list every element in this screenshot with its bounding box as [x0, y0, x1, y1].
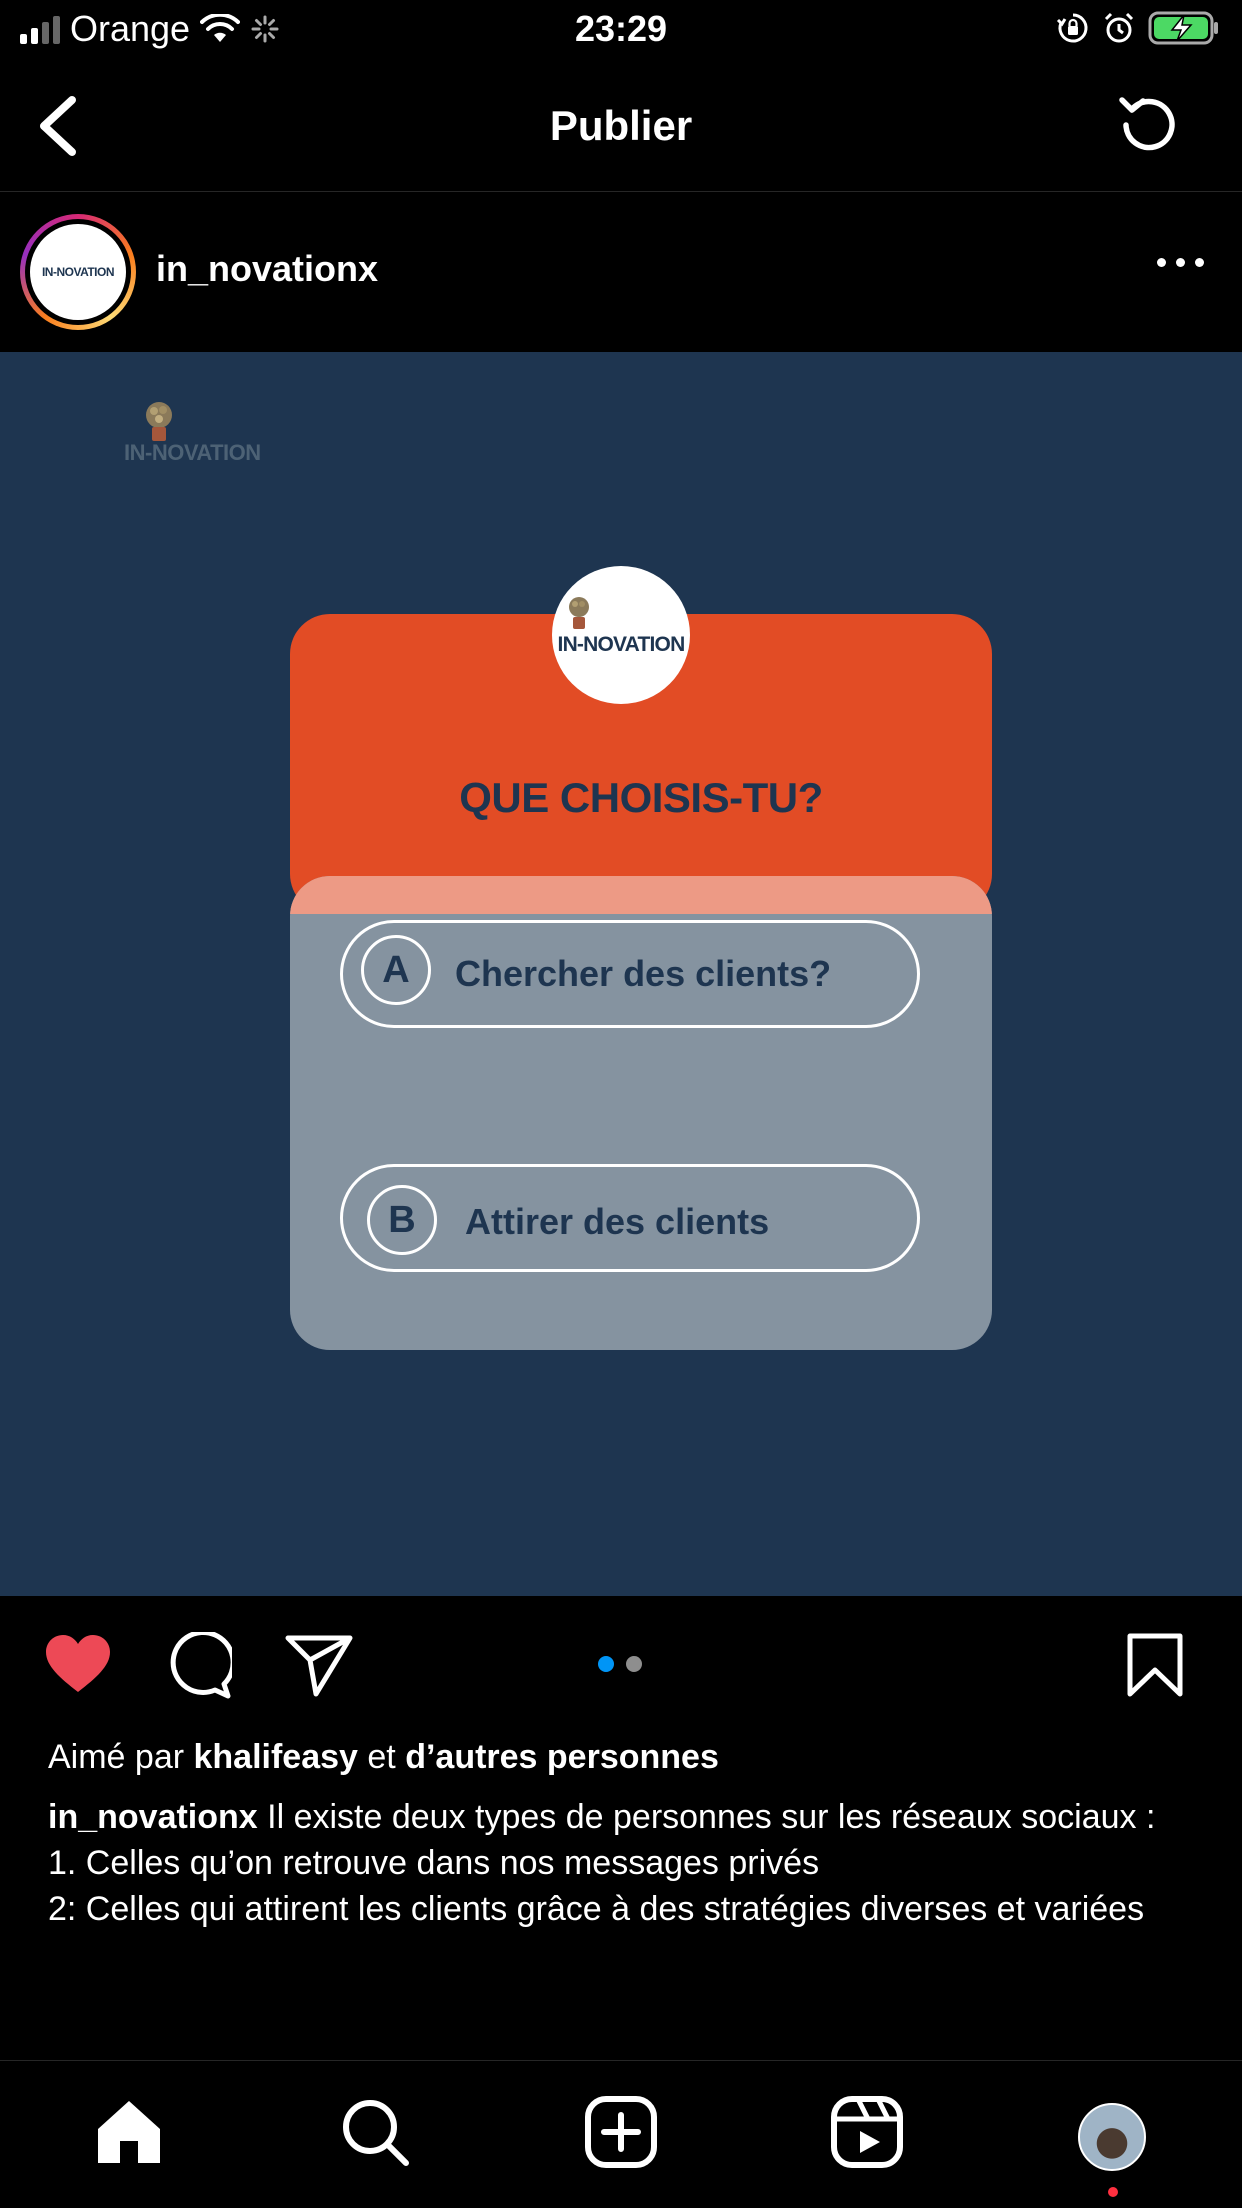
- option-letter: B: [367, 1185, 437, 1255]
- option-text: Chercher des clients?: [455, 953, 832, 994]
- likes-summary[interactable]: Aimé par khalifeasy et d’autres personne…: [48, 1734, 1198, 1780]
- poll-question: QUE CHOISIS-TU?: [459, 774, 823, 821]
- poll-option-a: A Chercher des clients?: [340, 920, 920, 1028]
- more-options-icon[interactable]: [1157, 258, 1204, 267]
- orientation-lock-icon: [1056, 13, 1088, 43]
- like-heart-icon[interactable]: [42, 1632, 114, 1696]
- post-image[interactable]: IN-NOVATION IN-NOVATION QUE CHOISIS-TU? …: [0, 352, 1242, 1596]
- profile-avatar[interactable]: [1078, 2103, 1146, 2171]
- search-icon[interactable]: [338, 2095, 412, 2169]
- author-username[interactable]: in_novationx: [156, 248, 378, 290]
- alarm-icon: [1104, 12, 1134, 43]
- carousel-dot: [626, 1656, 642, 1672]
- bookmark-save-icon[interactable]: [1126, 1632, 1184, 1698]
- comment-icon[interactable]: [164, 1632, 232, 1700]
- poll-option-b: B Attirer des clients: [340, 1164, 920, 1272]
- liked-by-user[interactable]: khalifeasy: [194, 1738, 358, 1776]
- option-letter: A: [361, 935, 431, 1005]
- page-title: Publier: [549, 102, 693, 149]
- bottom-tab-bar: [0, 2060, 1242, 2208]
- lightbulb-icon: [569, 597, 589, 629]
- card-logo-wordmark: IN-NOVATION: [557, 633, 686, 656]
- brand-wordmark: IN-NOVATION: [124, 440, 261, 465]
- liked-by-others[interactable]: d’autres personnes: [405, 1738, 719, 1776]
- option-text: Attirer des clients: [465, 1201, 770, 1242]
- home-icon[interactable]: [92, 2095, 166, 2169]
- brand-logo: IN-NOVATION: [124, 400, 284, 480]
- post-actions: [0, 1596, 1242, 1726]
- caption-text: in_novationx Il existe deux types de per…: [48, 1798, 1156, 1928]
- avatar-logo-text: IN-NOVATION: [41, 265, 115, 279]
- status-bar: Orange 23:29: [0, 0, 1242, 62]
- top-navigation-bar: Publier: [0, 62, 1242, 192]
- reels-icon[interactable]: [830, 2095, 904, 2169]
- carousel-indicator: [598, 1656, 642, 1672]
- share-send-icon[interactable]: [284, 1632, 354, 1698]
- caption-author[interactable]: in_novationx: [48, 1798, 258, 1836]
- card-logo: IN-NOVATION: [552, 566, 690, 704]
- poll-card: IN-NOVATION QUE CHOISIS-TU? A Chercher d…: [290, 566, 992, 1350]
- post-header: IN-NOVATION in_novationx: [0, 192, 1242, 352]
- post-caption-section: Aimé par khalifeasy et d’autres personne…: [48, 1734, 1198, 1932]
- notification-dot: [1108, 2187, 1118, 2197]
- author-avatar[interactable]: IN-NOVATION: [20, 214, 136, 330]
- battery-charging-icon: [1148, 11, 1218, 45]
- refresh-icon[interactable]: [1114, 90, 1184, 160]
- new-post-icon[interactable]: [584, 2095, 658, 2169]
- carousel-dot-active: [598, 1656, 614, 1672]
